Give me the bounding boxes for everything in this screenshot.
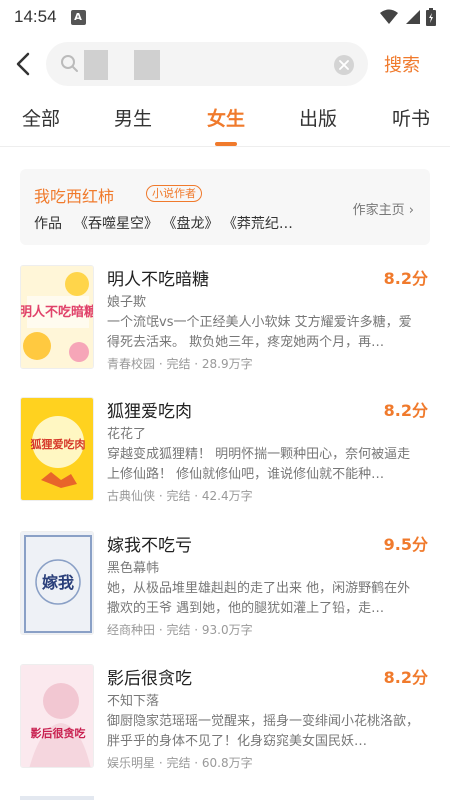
tab-publish[interactable]: 出版 [299,104,337,131]
book-title: 嫁我不吃亏 [107,536,192,556]
close-icon [339,60,349,70]
status-time: 14:54 [14,7,57,26]
book-item[interactable]: 嫁我 嫁我不吃亏 9.5分 黑色幕帏 她，从极品堆里雄赳赳的走了出来 他，闲游野… [0,531,450,661]
book-meta: 青春校园 · 完结 · 28.9万字 [107,357,253,371]
book-description: 她，从极品堆里雄赳赳的走了出来 他，闲游野鹤在外撒欢的王爷 遇到她，他的腿犹如灌… [107,581,411,616]
book-description: 穿越变成狐狸精！ 明明怀揣一颗种田心，奈何被逼走上修仙路！ 修仙就修仙吧，谁说修… [107,447,411,482]
book-meta: 娱乐明星 · 完结 · 60.8万字 [107,756,253,770]
book-cover: 狐狸爱吃肉 [20,397,94,501]
book-cover: 嫁我 [20,531,94,635]
book-title: 影后很贪吃 [107,669,192,689]
book-description: 一个流氓vs一个正经美人小软妹 艾方耀爱许多糖，爱得死去活来。 欺负她三年，疼宠… [107,315,412,350]
notification-a-icon: A [70,9,86,25]
divider [0,146,450,147]
author-badge: 小说作者 [146,185,202,202]
book-author: 黑色幕帏 [107,561,160,576]
book-meta: 古典仙侠 · 完结 · 42.4万字 [107,489,253,503]
book-item[interactable]: 狐狸爱吃肉 狐狸爱吃肉 8.2分 花花了 穿越变成狐狸精！ 明明怀揣一颗种田心，… [0,397,450,527]
status-icons [380,8,436,26]
redacted-query-block [84,50,108,80]
book-description: 御厨隐家范瑶瑶一觉醒来，摇身一变绯闻小花桃洛歆，胖乎乎的身体不见了！化身窈窕美女… [107,714,420,749]
clear-search-button[interactable] [334,55,354,75]
status-bar: 14:54 A [0,0,450,34]
book-author: 花花了 [107,427,147,442]
search-icon [61,55,78,72]
signal-icon [406,10,420,24]
book-score: 8.2分 [383,668,428,687]
category-tabs: 全部 男生 女生 出版 听书 [0,104,450,148]
author-works: 《吞噬星空》 《盘龙》 《莽荒纪… [74,216,293,232]
author-name: 我吃西红柿 [34,187,115,206]
book-score: 9.5分 [383,535,428,554]
book-title: 狐狸爱吃肉 [107,402,192,422]
book-author: 不知下落 [107,694,160,709]
back-button[interactable] [0,40,46,88]
book-item[interactable]: 影后很贪吃 影后很贪吃 8.2分 不知下落 御厨隐家范瑶瑶一觉醒来，摇身一变绯闻… [0,664,450,794]
book-score: 8.2分 [383,269,428,288]
author-works-label: 作品 [34,216,62,232]
book-cover: 影后很贪吃 [20,664,94,768]
chevron-left-icon [16,52,30,76]
book-meta: 经商种田 · 完结 · 93.0万字 [107,623,253,637]
redacted-query-block [134,50,160,80]
cover-title: 嫁我 [41,573,74,592]
book-item[interactable]: 明人不吃暗糖 明人不吃暗糖 8.2分 娘子欺 一个流氓vs一个正经美人小软妹 艾… [0,265,450,395]
search-button[interactable]: 搜索 [384,51,420,77]
tab-male[interactable]: 男生 [114,104,152,131]
cover-title: 狐狸爱吃肉 [31,437,86,451]
tab-audiobook[interactable]: 听书 [392,104,430,131]
next-book-cover-partial [20,796,94,800]
book-cover: 明人不吃暗糖 [20,265,94,369]
cover-title: 明人不吃暗糖 [21,304,94,320]
author-homepage-link[interactable]: 作家主页 › [353,199,414,218]
author-card[interactable]: 我吃西红柿 小说作者 作品 《吞噬星空》 《盘龙》 《莽荒纪… 作家主页 › [20,169,430,245]
cover-title: 影后很贪吃 [31,726,86,740]
tab-all[interactable]: 全部 [22,104,60,131]
book-score: 8.2分 [383,401,428,420]
search-input[interactable] [46,42,368,86]
book-author: 娘子欺 [107,295,147,310]
tab-female[interactable]: 女生 [207,104,245,131]
book-title: 明人不吃暗糖 [107,270,209,290]
search-row: 搜索 [0,40,450,88]
battery-icon [426,8,436,26]
wifi-icon [380,9,398,24]
